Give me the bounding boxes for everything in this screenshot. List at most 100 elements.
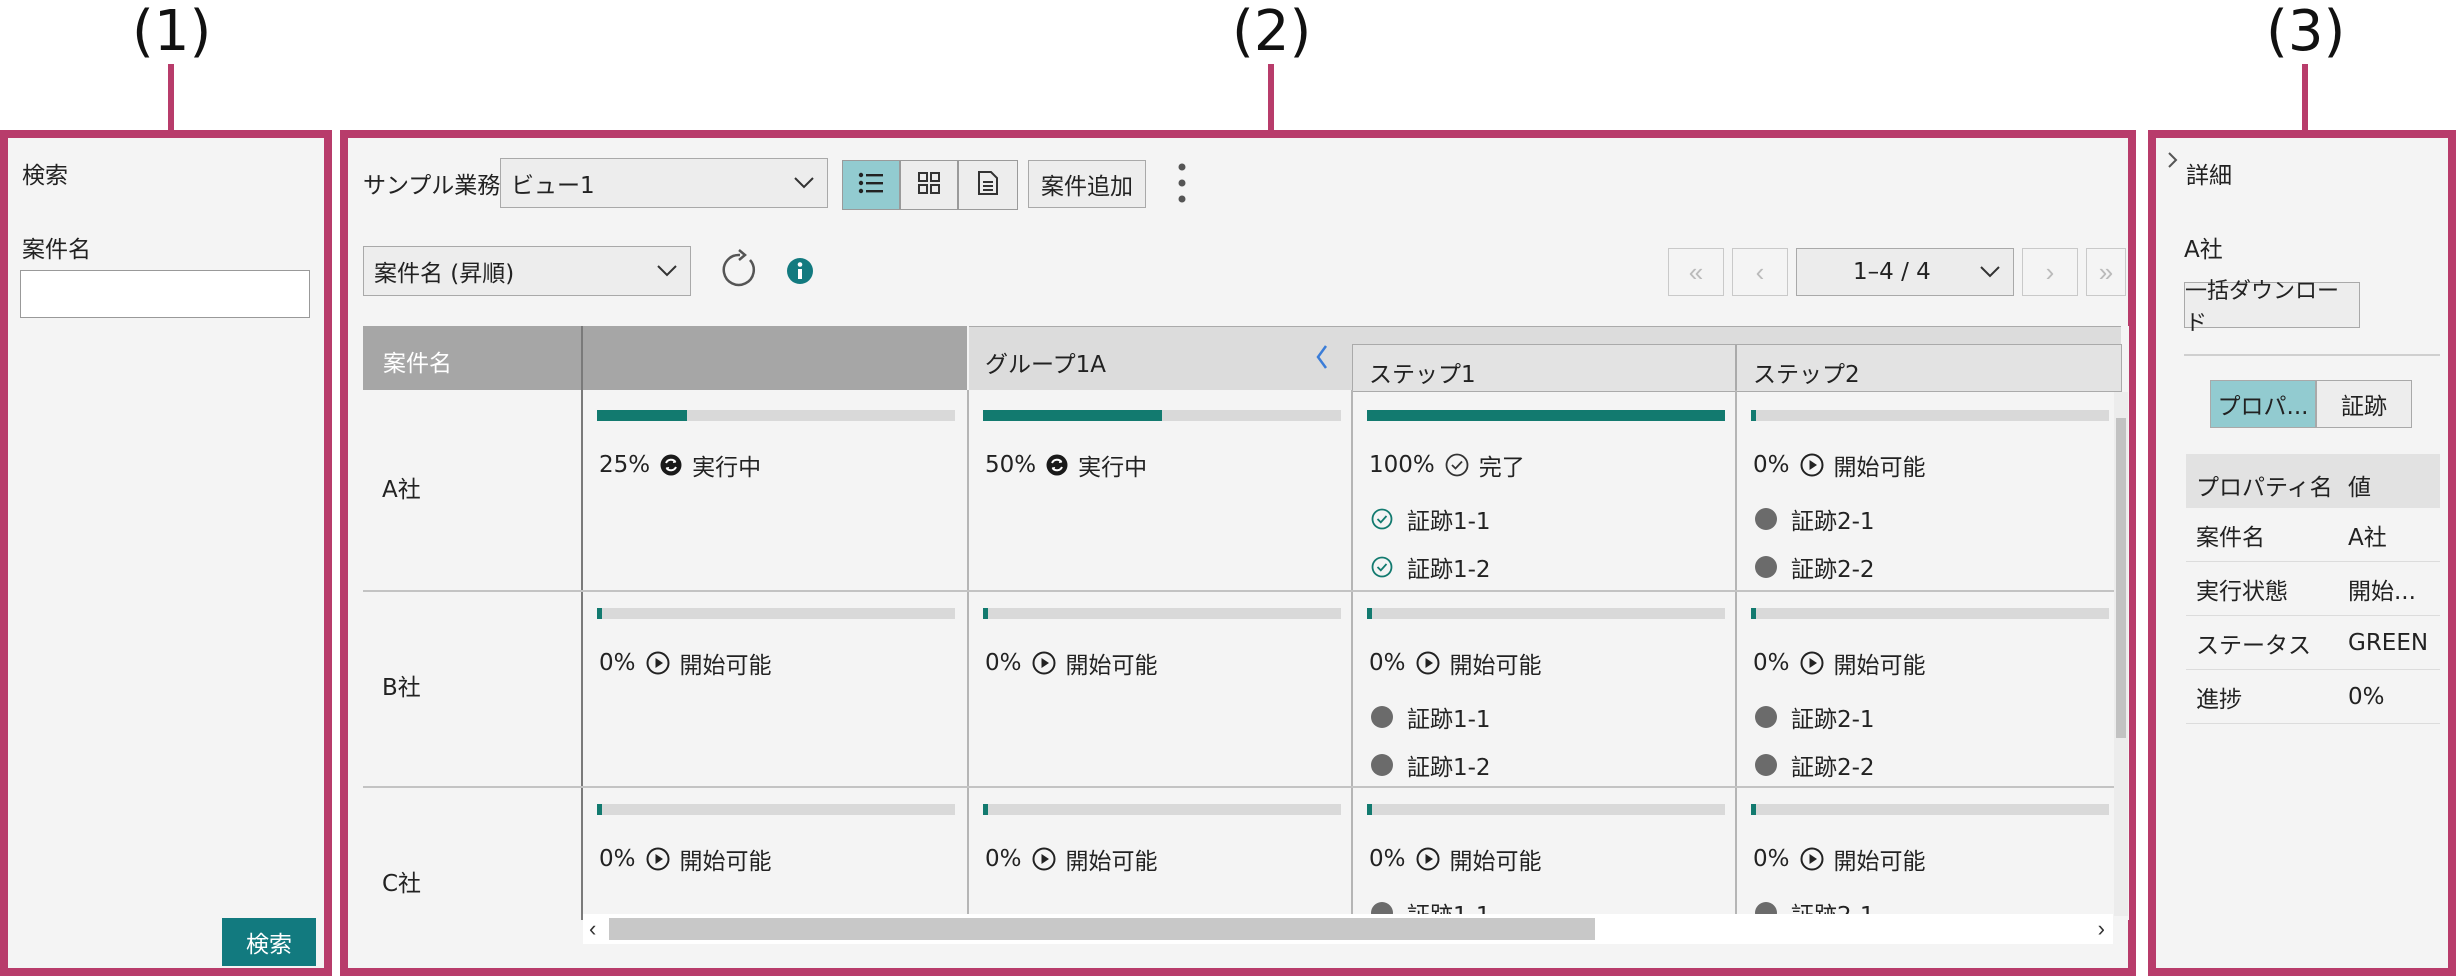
row-name-a[interactable]: A社	[382, 470, 421, 504]
progress-bar	[983, 804, 1341, 815]
progress-percent: 0%	[1753, 452, 1790, 478]
scroll-left-icon[interactable]: ‹	[589, 916, 596, 942]
property-key: 進捗	[2196, 686, 2242, 713]
scroll-right-icon[interactable]: ›	[2098, 916, 2105, 942]
row-name-b[interactable]: B社	[382, 668, 421, 702]
cell-status[interactable]: 100% 完了	[1369, 448, 1525, 482]
evidence-label: 証跡1-1	[1407, 509, 1491, 535]
tab-evidence[interactable]: 証跡	[2316, 380, 2412, 428]
play-circle-icon	[1800, 847, 1824, 871]
grid-header-step1: ステップ1	[1352, 344, 1736, 392]
workflow-label: サンプル業務	[363, 173, 501, 199]
grid-view-icon	[917, 171, 941, 200]
evidence-dot-icon	[1755, 556, 1777, 578]
status-label: 実行中	[1078, 455, 1148, 481]
evidence-dot-icon	[1755, 508, 1777, 530]
evidence-item[interactable]: 証跡1-2	[1371, 748, 1491, 782]
cell-status[interactable]: 0% 開始可能	[1753, 646, 1926, 680]
case-name-input[interactable]	[20, 270, 310, 318]
progress-percent: 0%	[1753, 650, 1790, 676]
cell-status[interactable]: 0% 開始可能	[1369, 842, 1542, 876]
running-icon	[1046, 454, 1068, 476]
more-vertical-icon[interactable]	[1172, 158, 1192, 208]
prev-page-button[interactable]: ‹	[1732, 248, 1788, 296]
list-view-button[interactable]	[842, 160, 900, 210]
progress-bar	[1367, 804, 1725, 815]
first-page-button[interactable]: «	[1668, 248, 1724, 296]
property-table-header: プロパティ名 値	[2186, 454, 2440, 508]
running-icon	[660, 454, 682, 476]
next-page-button[interactable]: ›	[2022, 248, 2078, 296]
progress-bar	[1367, 608, 1725, 619]
horizontal-scrollbar[interactable]: ‹ ›	[583, 914, 2113, 944]
play-circle-icon	[1416, 651, 1440, 675]
play-circle-icon	[1800, 651, 1824, 675]
progress-bar	[597, 804, 955, 815]
progress-fill	[1367, 804, 1373, 815]
cell-status[interactable]: 0% 開始可能	[599, 842, 772, 876]
chevron-down-icon	[656, 258, 678, 284]
evidence-label: 証跡2-1	[1791, 509, 1875, 535]
last-page-button[interactable]: »	[2086, 248, 2126, 296]
cell-status[interactable]: 0% 開始可能	[1369, 646, 1542, 680]
callout-1: (1)	[132, 0, 212, 64]
chevron-down-icon	[793, 170, 815, 196]
property-key: 実行状態	[2196, 578, 2288, 605]
property-value: A社	[2348, 524, 2387, 551]
cell-status[interactable]: 0% 開始可能	[599, 646, 772, 680]
cell-status[interactable]: 0% 開始可能	[985, 842, 1158, 876]
cell-status[interactable]: 25% 実行中	[599, 448, 761, 482]
vertical-scrollbar[interactable]	[2114, 392, 2128, 916]
cell-status[interactable]: 0% 開始可能	[1753, 448, 1926, 482]
progress-bar	[983, 608, 1341, 619]
list-view-icon	[858, 172, 884, 199]
evidence-item[interactable]: 証跡1-1	[1371, 700, 1491, 734]
progress-percent: 0%	[599, 846, 636, 872]
grid-view-button[interactable]	[900, 160, 958, 210]
progress-fill	[1367, 410, 1725, 421]
horizontal-scroll-thumb[interactable]	[609, 918, 1595, 940]
cell-status[interactable]: 0% 開始可能	[985, 646, 1158, 680]
view-select[interactable]: ビュー1	[500, 158, 828, 208]
progress-percent: 0%	[1369, 846, 1406, 872]
status-label: 完了	[1478, 455, 1525, 481]
page-select[interactable]: 1–4 / 4	[1796, 248, 2014, 296]
evidence-item[interactable]: 証跡1-1	[1371, 502, 1491, 536]
expand-chevron-icon[interactable]	[2166, 150, 2180, 170]
progress-fill	[1367, 608, 1373, 619]
document-view-button[interactable]	[958, 160, 1018, 210]
property-name-header: プロパティ名	[2196, 474, 2333, 500]
grid-header-case-name-label: 案件名	[383, 351, 452, 377]
info-icon[interactable]	[786, 257, 814, 285]
cell-status[interactable]: 0% 開始可能	[1753, 842, 1926, 876]
search-panel-title: 検索	[22, 163, 68, 189]
bulk-download-button[interactable]: 一括ダウンロード	[2184, 279, 2360, 336]
progress-bar	[1367, 410, 1725, 421]
progress-fill	[1751, 608, 1757, 619]
collapse-group-icon[interactable]	[1312, 342, 1332, 372]
property-row: 案件名 A社	[2186, 508, 2440, 562]
evidence-item[interactable]: 証跡2-2	[1755, 550, 1875, 584]
search-button[interactable]: 検索	[222, 918, 316, 966]
evidence-item[interactable]: 証跡2-1	[1755, 502, 1875, 536]
refresh-icon[interactable]	[720, 248, 760, 292]
progress-bar	[1751, 410, 2109, 421]
progress-percent: 0%	[1369, 650, 1406, 676]
progress-bar	[597, 410, 955, 421]
play-circle-icon	[1800, 453, 1824, 477]
progress-percent: 25%	[599, 452, 651, 478]
property-key: 案件名	[2196, 524, 2265, 551]
status-label: 開始可能	[1833, 849, 1926, 875]
evidence-item[interactable]: 証跡2-1	[1755, 700, 1875, 734]
evidence-item[interactable]: 証跡2-2	[1755, 748, 1875, 782]
property-key: ステータス	[2196, 632, 2311, 659]
grid-header-step2-label: ステップ2	[1753, 362, 1860, 388]
add-case-button[interactable]: 案件追加	[1028, 160, 1146, 208]
sort-select[interactable]: 案件名 (昇順)	[363, 246, 691, 296]
evidence-item[interactable]: 証跡1-2	[1371, 550, 1491, 584]
tab-properties[interactable]: プロパ...	[2210, 380, 2316, 428]
cell-status[interactable]: 50% 実行中	[985, 448, 1147, 482]
play-circle-icon	[646, 651, 670, 675]
vertical-scroll-thumb[interactable]	[2116, 418, 2126, 738]
row-name-c[interactable]: C社	[382, 864, 421, 898]
